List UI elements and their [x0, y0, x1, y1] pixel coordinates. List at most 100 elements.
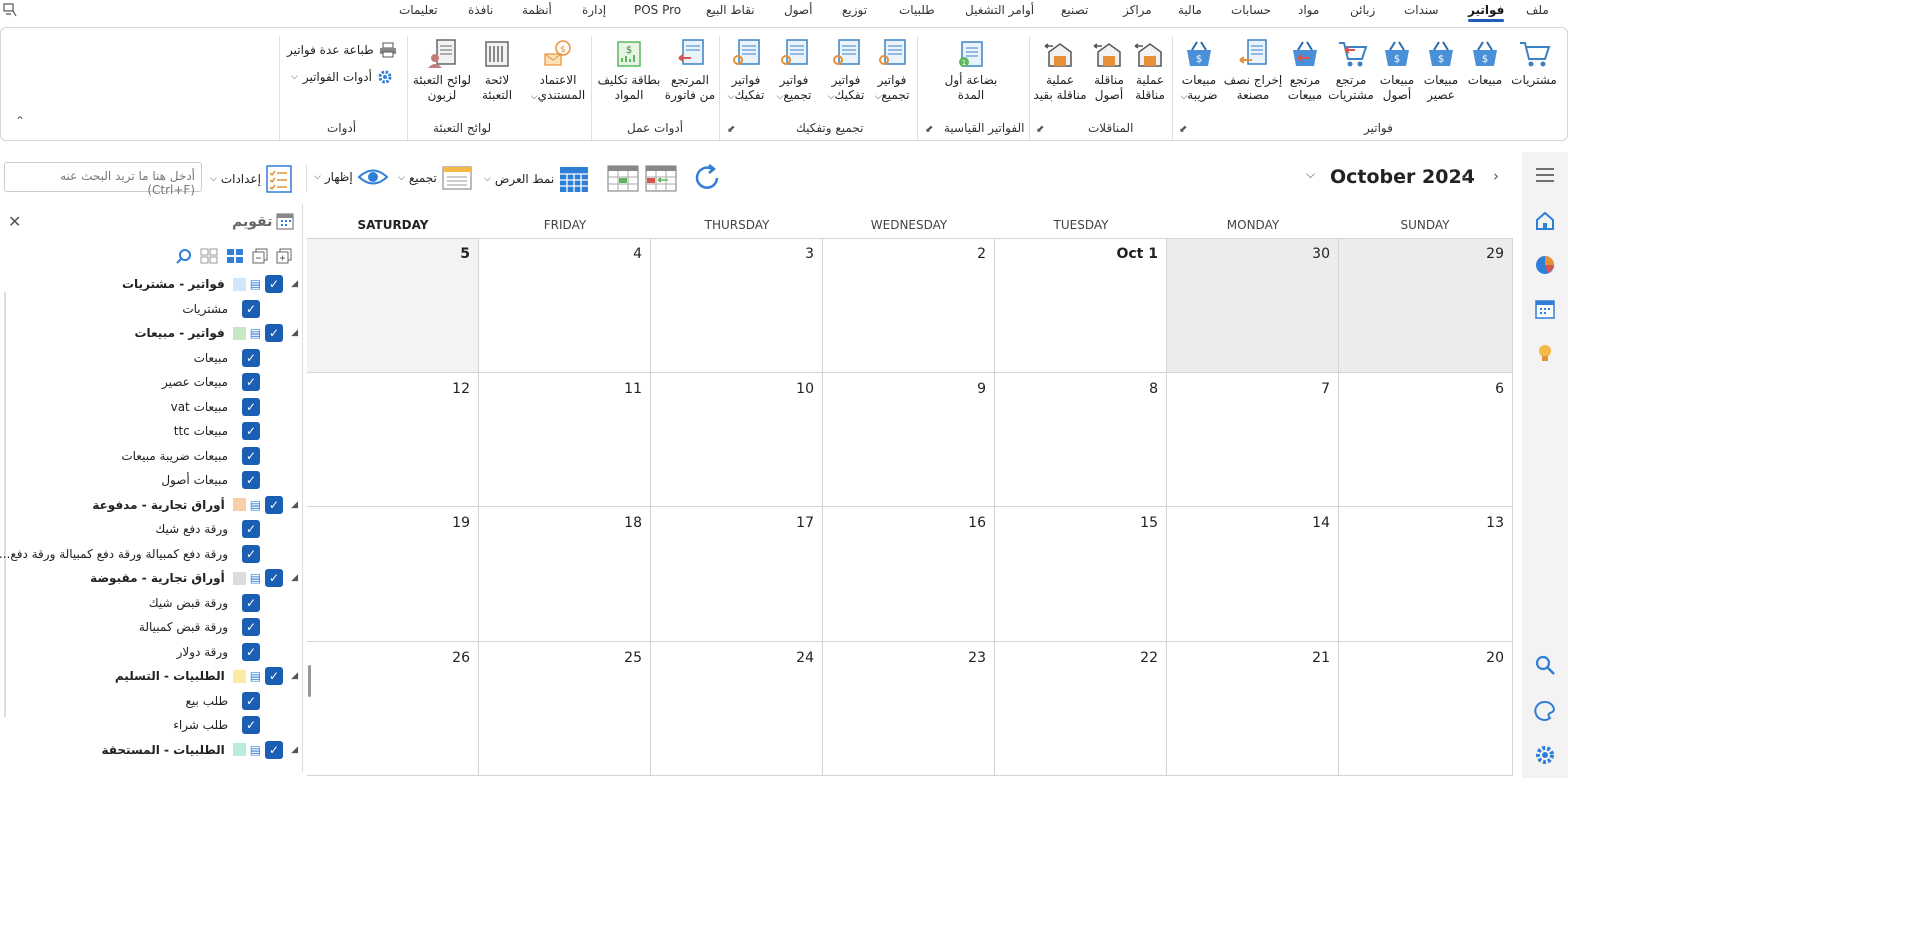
ribbon-semi-finished-button[interactable]: إخراج نصف مصنعة — [1223, 38, 1283, 103]
day-cell[interactable]: 5 — [307, 238, 479, 373]
expand-triangle-icon[interactable]: ◢ — [291, 671, 298, 681]
calendar-group-header[interactable]: ◢ ✓ ▤ أوراق تجارية - مقبوضة — [90, 567, 298, 589]
day-cell[interactable]: 13 — [1339, 507, 1513, 642]
dialog-launcher-icon[interactable]: ⬋ — [1036, 124, 1044, 135]
calendar-week-icon[interactable] — [606, 162, 640, 194]
day-cell[interactable]: 4 — [479, 238, 651, 373]
day-cell[interactable]: 17 — [651, 507, 823, 642]
grid-small-icon[interactable] — [200, 248, 218, 264]
ribbon-transfer-entry-button[interactable]: عملية مناقلة بقيد — [1031, 38, 1089, 103]
menu-accounts[interactable]: حسابات — [1231, 3, 1271, 17]
calendar-list-item[interactable]: ✓ ورقة دولار — [177, 641, 260, 663]
search-icon[interactable] — [1534, 654, 1556, 676]
menu-admin[interactable]: إدارة — [582, 3, 606, 17]
calendar-list-item[interactable]: ✓ ورقة قبض شيك — [149, 592, 260, 614]
expand-triangle-icon[interactable]: ◢ — [291, 573, 298, 583]
calendar-list-item[interactable]: ✓ ورقة قبض كمبيالة — [139, 616, 260, 638]
day-cell[interactable]: 19 — [307, 507, 479, 642]
calendar-icon[interactable] — [1534, 298, 1556, 320]
pie-chart-icon[interactable] — [1534, 254, 1556, 276]
expand-triangle-icon[interactable]: ◢ — [291, 500, 298, 510]
day-cell[interactable]: 7 — [1167, 372, 1339, 507]
menu-assets[interactable]: أصول — [784, 3, 812, 17]
menu-customers[interactable]: زبائن — [1350, 3, 1375, 17]
invoice-tools-dropdown[interactable]: ⌵ أدوات الفواتير — [291, 69, 393, 85]
calendar-list-item[interactable]: ✓ مبيعات عصير — [162, 371, 260, 393]
month-picker-chevron-icon[interactable]: ⌵ — [1306, 167, 1315, 182]
day-cell[interactable]: 6 — [1339, 372, 1513, 507]
day-cell[interactable]: 23 — [823, 641, 995, 776]
checkbox[interactable]: ✓ — [265, 569, 284, 587]
menu-help[interactable]: تعليمات — [399, 3, 438, 17]
menu-finance[interactable]: مالية — [1178, 3, 1202, 17]
menu-vouchers[interactable]: سندات — [1404, 3, 1439, 17]
refresh-icon[interactable] — [690, 161, 724, 195]
ribbon-assembly-invoices-button[interactable]: فواتير ⌵تجميع — [869, 38, 915, 105]
calendar-list-item[interactable]: ✓ طلب بيع — [186, 690, 260, 712]
close-icon[interactable]: ✕ — [8, 212, 21, 231]
day-cell[interactable]: 3 — [651, 238, 823, 373]
checkbox[interactable]: ✓ — [242, 642, 260, 661]
expand-all-icon[interactable] — [276, 248, 292, 264]
expand-triangle-icon[interactable]: ◢ — [291, 745, 298, 755]
dialog-launcher-icon[interactable]: ⬋ — [727, 124, 735, 135]
ribbon-purchases-button[interactable]: مشتريات — [1507, 38, 1561, 88]
checkbox[interactable]: ✓ — [242, 422, 260, 440]
sidebar-scrollbar[interactable] — [4, 292, 6, 717]
day-cell[interactable]: 26 — [307, 641, 479, 776]
ribbon-disassembly-invoices-button[interactable]: فواتير ⌵تفكيك — [823, 38, 869, 105]
menu-window[interactable]: نافذة — [468, 3, 493, 17]
day-cell[interactable]: 12 — [307, 372, 479, 507]
ribbon-sales-return-button[interactable]: مرتجع مبيعات — [1283, 38, 1327, 103]
home-icon[interactable] — [1534, 210, 1556, 232]
day-cell[interactable]: 20 — [1339, 641, 1513, 776]
expand-triangle-icon[interactable]: ◢ — [291, 279, 298, 289]
menu-centers[interactable]: مراكز — [1123, 3, 1152, 17]
checkbox[interactable]: ✓ — [242, 520, 260, 538]
lightbulb-icon[interactable] — [1534, 342, 1556, 364]
day-cell[interactable]: 9 — [823, 372, 995, 507]
calendar-group-header[interactable]: ◢ ✓ ▤ الطلبيات - التسليم — [115, 665, 298, 687]
day-cell[interactable]: 18 — [479, 507, 651, 642]
menu-orders[interactable]: طلبيات — [899, 3, 935, 17]
calendar-list-item[interactable]: ✓ طلب شراء — [173, 714, 260, 736]
day-cell[interactable]: 22 — [995, 641, 1167, 776]
dialog-launcher-icon[interactable]: ⬋ — [1179, 124, 1187, 135]
day-cell[interactable]: 8 — [995, 372, 1167, 507]
menu-distribution[interactable]: توزيع — [842, 3, 867, 17]
ribbon-tax-sales-button[interactable]: $ مبيعات ⌵ضريبة — [1175, 38, 1223, 105]
ribbon-sales-assets-button[interactable]: $ مبيعات أصول — [1375, 38, 1419, 103]
calendar-list-item[interactable]: ✓ ورقة دفع كمبيالة ورقة دفع كمبيالة ورقة … — [0, 543, 260, 565]
checkbox[interactable]: ✓ — [242, 471, 260, 489]
calendar-list-item[interactable]: ✓ مبيعات ضريبة مبيعات — [121, 445, 260, 467]
calendar-group-header[interactable]: ◢ ✓ ▤ فواتير - مبيعات — [134, 322, 298, 344]
next-month-icon[interactable]: › — [1493, 167, 1499, 185]
gear-icon[interactable] — [1534, 744, 1556, 766]
day-cell[interactable]: 24 — [651, 641, 823, 776]
grid-large-icon[interactable] — [226, 248, 244, 264]
search-input[interactable]: أدخل هنا ما تريد البحث عنه (Ctrl+F) — [4, 162, 202, 197]
ribbon-materials-cost-card-button[interactable]: $ بطاقة تكليف المواد — [595, 38, 663, 103]
menu-pos[interactable]: نقاط البيع — [706, 3, 755, 17]
menu-invoices[interactable]: فواتير — [1468, 3, 1505, 22]
day-cell[interactable]: 29 — [1339, 238, 1513, 373]
calendar-list-item[interactable]: ✓ مبيعات أصول — [161, 469, 260, 491]
checkbox[interactable]: ✓ — [265, 275, 284, 293]
checkbox[interactable]: ✓ — [242, 348, 260, 367]
collapse-all-icon[interactable] — [252, 248, 268, 264]
checkbox[interactable]: ✓ — [265, 740, 284, 759]
collapse-ribbon-icon[interactable]: ⌃ — [15, 114, 25, 128]
checkbox[interactable]: ✓ — [242, 716, 260, 734]
day-cell[interactable]: 11 — [479, 372, 651, 507]
checkbox[interactable]: ✓ — [242, 299, 260, 318]
ribbon-assembly-invoices-2-button[interactable]: فواتير ⌵تجميع — [771, 38, 817, 105]
ribbon-disassembly-invoices-2-button[interactable]: فواتير ⌵تفكيك — [723, 38, 769, 105]
view-mode-dropdown[interactable]: ⌵ نمط العرض — [484, 164, 590, 194]
calendar-group-header[interactable]: ◢ ✓ ▤ أوراق تجارية - مدفوعة — [92, 494, 298, 516]
calendar-list-item[interactable]: ✓ مشتريات — [182, 298, 260, 320]
checkbox[interactable]: ✓ — [242, 618, 260, 636]
day-cell[interactable]: 16 — [823, 507, 995, 642]
day-cell[interactable]: 14 — [1167, 507, 1339, 642]
ribbon-sales-button[interactable]: $ مبيعات — [1463, 38, 1507, 88]
menu-work-orders[interactable]: أوامر التشغيل — [965, 3, 1034, 17]
